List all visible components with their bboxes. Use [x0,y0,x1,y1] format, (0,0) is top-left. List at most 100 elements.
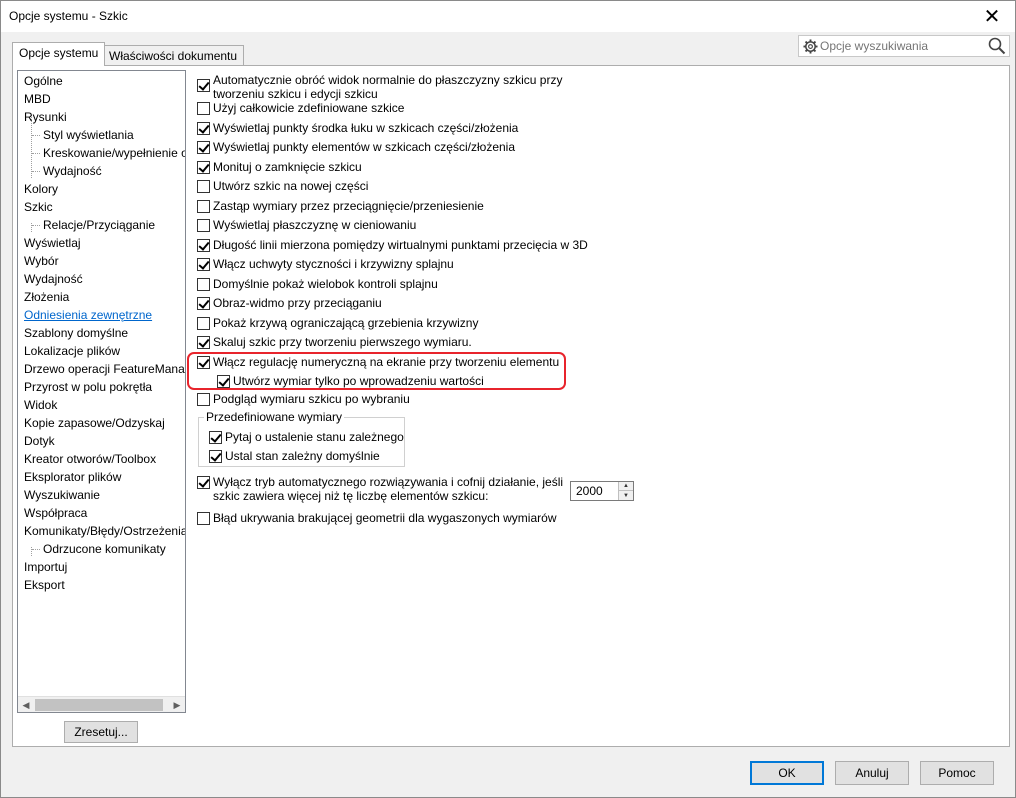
tree-item-messages-errors-warnings[interactable]: Komunikaty/Błędy/Ostrzeżenia [24,522,185,540]
checkbox-override-dims[interactable] [197,200,210,213]
entity-count-stepper[interactable]: ▲ ▼ [570,481,634,501]
tree-item-touch[interactable]: Dotyk [24,432,55,450]
reset-button[interactable]: Zresetuj... [64,721,138,743]
option-fully-defined-label: Użyj całkowicie zdefiniowane szkice [213,101,405,115]
option-close-sketch-label: Monituj o zamknięcie szkicu [213,160,362,174]
window-title: Opcje systemu - Szkic [9,9,128,23]
tree-horizontal-scrollbar[interactable]: ◀ ▶ [18,696,185,712]
checkbox-auto-solve[interactable] [197,476,210,489]
checkbox-auto-rotate[interactable] [197,79,210,92]
option-driven-default-label: Ustal stan zależny domyślnie [225,449,380,463]
search-input[interactable] [820,37,985,55]
gear-icon[interactable] [800,36,820,56]
entity-count-input[interactable] [571,482,618,500]
option-override-dims-label: Zastąp wymiary przez przeciągnięcie/prze… [213,199,484,213]
option-label-line2: szkic zawiera więcej niż tę liczbę eleme… [213,489,489,503]
search-box[interactable] [798,35,1010,57]
tree-item-default-templates[interactable]: Szablony domyślne [24,324,128,342]
tree-connector [32,549,40,550]
tree-item-hole-wizard-toolbox[interactable]: Kreator otworów/Toolbox [24,450,156,468]
tree-connector [32,153,40,154]
checkbox-onscreen-numeric[interactable] [197,356,210,369]
tree-item-general[interactable]: Ogólne [24,72,63,90]
tree-item-export[interactable]: Eksport [24,576,65,594]
option-prompt-driven-state-label: Pytaj o ustalenie stanu zależnego [225,430,404,444]
checkbox-line-length-3d[interactable] [197,239,210,252]
option-sketch-new-part-label: Utwórz szkic na nowej części [213,179,369,193]
checkbox-preview-dimension[interactable] [197,393,210,406]
tree-item-drawings[interactable]: Rysunki [24,108,67,126]
tree-item-drawings-performance[interactable]: Wydajność [43,162,102,180]
option-scale-sketch-label: Skaluj szkic przy tworzeniu pierwszego w… [213,335,472,349]
checkbox-fully-defined[interactable] [197,102,210,115]
checkbox-arc-centerpoints[interactable] [197,122,210,135]
option-auto-rotate-label: Automatycznie obróć widok normalnie do p… [213,73,562,101]
option-preview-dimension-label: Podgląd wymiaru szkicu po wybraniu [213,392,410,406]
tree-item-assemblies[interactable]: Złożenia [24,288,69,306]
tree-item-selection[interactable]: Wybór [24,252,59,270]
option-ghost-image-label: Obraz-widmo przy przeciąganiu [213,296,382,310]
option-label-line1: Automatycznie obróć widok normalnie do p… [213,73,563,87]
tree-item-featuremanager[interactable]: Drzewo operacji FeatureManager [24,360,185,378]
search-icon[interactable] [985,36,1009,56]
checkbox-plane-shaded[interactable] [197,219,210,232]
tree-item-view[interactable]: Widok [24,396,57,414]
category-tree[interactable]: Ogólne MBD Rysunki Styl wyświetlania Kre… [17,70,186,713]
tree-item-display-style[interactable]: Styl wyświetlania [43,126,134,144]
option-line-length-3d-label: Długość linii mierzona pomiędzy wirtualn… [213,238,588,252]
option-plane-shaded-label: Wyświetlaj płaszczyznę w cieniowaniu [213,218,417,232]
option-onscreen-numeric-label: Włącz regulację numeryczną na ekranie pr… [213,355,560,369]
tree-connector [32,135,40,136]
option-label-line2: tworzeniu szkicu i edycji szkicu [213,87,378,101]
tree-connector [32,171,40,172]
tree-item-sketch[interactable]: Szkic [24,198,53,216]
option-label-line1: Wyłącz tryb automatycznego rozwiązywania… [213,475,564,489]
option-hide-missing-geometry-label: Błąd ukrywania brakującej geometrii dla … [213,511,557,525]
scroll-left-icon[interactable]: ◀ [18,697,34,713]
tree-item-file-locations[interactable]: Lokalizacje plików [24,342,120,360]
checkbox-dimension-after-value[interactable] [217,375,230,388]
checkbox-close-sketch[interactable] [197,161,210,174]
predefined-dimensions-title: Przedefiniowane wymiary [204,410,345,424]
checkbox-ghost-image[interactable] [197,297,210,310]
ok-button[interactable]: OK [750,761,824,785]
tree-connector [32,225,40,226]
tree-item-display[interactable]: Wyświetlaj [24,234,81,252]
option-spline-handles-label: Włącz uchwyty styczności i krzywizny spl… [213,257,454,271]
tree-item-mbd[interactable]: MBD [24,90,51,108]
tree-item-spin-box-increments[interactable]: Przyrost w polu pokrętła [24,378,152,396]
close-button[interactable]: ✕ [969,1,1015,32]
cancel-button[interactable]: Anuluj [835,761,909,785]
checkbox-scale-sketch[interactable] [197,336,210,349]
scroll-thumb[interactable] [35,699,163,711]
tree-item-dismissed-messages[interactable]: Odrzucone komunikaty [43,540,166,558]
tree-item-file-explorer[interactable]: Eksplorator plików [24,468,121,486]
tree-item-import[interactable]: Importuj [24,558,67,576]
tree-item-colors[interactable]: Kolory [24,180,58,198]
tree-item-performance[interactable]: Wydajność [24,270,83,288]
checkbox-spline-handles[interactable] [197,258,210,271]
tree-item-backup-recover[interactable]: Kopie zapasowe/Odzyskaj [24,414,165,432]
tree-item-external-references[interactable]: Odniesienia zewnętrzne [24,306,152,324]
tree-item-hatch-fill[interactable]: Kreskowanie/wypełnienie obszaru [43,144,185,162]
tree-item-search[interactable]: Wyszukiwanie [24,486,100,504]
checkbox-curvature-comb[interactable] [197,317,210,330]
checkbox-entity-points[interactable] [197,141,210,154]
option-auto-solve-label: Wyłącz tryb automatycznego rozwiązywania… [213,475,563,503]
tree-item-relations-snaps[interactable]: Relacje/Przyciąganie [43,216,155,234]
tab-system-options[interactable]: Opcje systemu [12,42,106,66]
scroll-right-icon[interactable]: ▶ [169,697,185,713]
checkbox-spline-polygon[interactable] [197,278,210,291]
checkbox-driven-default[interactable] [209,450,222,463]
tree-item-collaboration[interactable]: Współpraca [24,504,87,522]
option-spline-polygon-label: Domyślnie pokaż wielobok kontroli splajn… [213,277,438,291]
help-button[interactable]: Pomoc [920,761,994,785]
checkbox-hide-missing-geometry[interactable] [197,512,210,525]
option-entity-points-label: Wyświetlaj punkty elementów w szkicach c… [213,140,516,154]
checkbox-sketch-new-part[interactable] [197,180,210,193]
spin-up-icon[interactable]: ▲ [618,482,633,491]
tab-document-properties[interactable]: Właściwości dokumentu [102,45,245,65]
checkbox-prompt-driven-state[interactable] [209,431,222,444]
spin-down-icon[interactable]: ▼ [618,491,633,500]
option-dimension-after-value-label: Utwórz wymiar tylko po wprowadzeniu wart… [233,374,484,388]
